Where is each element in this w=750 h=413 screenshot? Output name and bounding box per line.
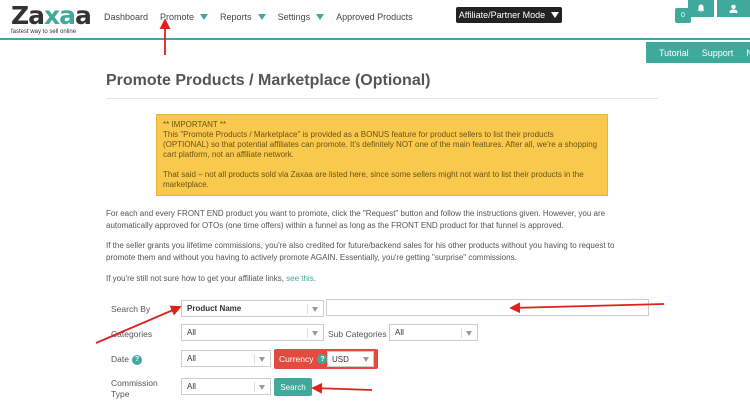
currency-value: USD [332, 354, 349, 364]
sub-categories-label: Sub Categories [328, 329, 387, 339]
help-icon[interactable]: ? [131, 354, 142, 365]
chevron-down-icon [551, 12, 560, 18]
see-this-link[interactable]: see this [286, 274, 314, 283]
info-paragraph-affiliate-links: If you're still not sure how to get your… [106, 273, 646, 285]
chevron-down-icon [200, 14, 209, 20]
important-notice: ** IMPORTANT ** This "Promote Products /… [156, 114, 608, 196]
chevron-down-icon [312, 307, 318, 312]
nav-settings-label: Settings [277, 12, 311, 22]
date-select[interactable]: All [181, 350, 271, 367]
chevron-down-icon [259, 385, 265, 390]
currency-label: Currency [279, 354, 314, 364]
search-by-label: Search By [111, 304, 151, 314]
help-icon[interactable]: ? [317, 354, 328, 364]
date-label-text: Date [111, 354, 129, 364]
search-button[interactable]: Search [274, 378, 312, 396]
notice-note: That said – not all products sold via Za… [163, 170, 584, 189]
currency-select[interactable]: USD [327, 351, 374, 367]
notice-heading: ** IMPORTANT ** [163, 120, 227, 129]
info-paragraph-lifetime: If the seller grants you lifetime commis… [106, 241, 615, 262]
nav-reports[interactable]: Reports [220, 12, 266, 22]
nav-promote-label: Promote [160, 12, 195, 22]
zaxaa-logo[interactable]: Zaxaa fastest way to sell online [11, 1, 92, 37]
categories-label: Categories [111, 329, 153, 339]
nav-approved-products[interactable]: Approved Products [336, 12, 413, 22]
info-paragraph-request: For each and every FRONT END product you… [106, 209, 606, 230]
select-divider [254, 382, 255, 392]
tutorial-link[interactable]: Tutorial [659, 48, 689, 58]
nav-settings[interactable]: Settings [278, 12, 325, 22]
affiliate-links-text: If you're still not sure how to get your… [106, 274, 287, 283]
currency-filter: Currency? USD [274, 349, 378, 369]
logo-brand: Zaxaa [11, 1, 92, 30]
notice-body: This "Promote Products / Marketplace" is… [163, 130, 598, 159]
nav-promote[interactable]: Promote [160, 12, 209, 22]
chevron-down-icon [259, 357, 265, 362]
bell-icon[interactable] [688, 0, 714, 17]
commission-type-value: All [187, 382, 196, 391]
search-input[interactable] [326, 299, 649, 316]
chevron-down-icon [312, 331, 318, 336]
select-divider [461, 328, 462, 338]
select-divider [307, 328, 308, 338]
select-divider [254, 354, 255, 364]
news-link[interactable]: Ne [746, 48, 750, 58]
mode-switch-label: Affiliate/Partner Mode [458, 10, 546, 20]
sub-categories-value: All [395, 328, 404, 337]
logo-tagline: fastest way to sell online [11, 29, 77, 35]
user-menu-icon[interactable] [717, 0, 750, 17]
nav-dashboard[interactable]: Dashboard [104, 12, 148, 22]
date-value: All [187, 354, 196, 363]
commission-type-label: Commission Type [111, 378, 158, 399]
nav-approved-products-label: Approved Products [336, 12, 413, 22]
help-links-bar: Tutorial Support Ne [646, 42, 750, 63]
arrow-to-search-button [311, 382, 373, 394]
main-nav: Dashboard Promote Reports Settings Appro… [104, 12, 425, 22]
page-title: Promote Products / Marketplace (Optional… [106, 72, 431, 89]
search-by-value: Product Name [187, 304, 242, 313]
date-label: Date? [111, 354, 142, 365]
mode-switch-dropdown[interactable]: Affiliate/Partner Mode [456, 7, 562, 23]
chevron-down-icon [316, 14, 325, 20]
support-link[interactable]: Support [702, 48, 734, 58]
chevron-down-icon [257, 14, 266, 20]
categories-value: All [187, 328, 196, 337]
nav-dashboard-label: Dashboard [104, 12, 149, 22]
sub-categories-select[interactable]: All [389, 324, 478, 341]
top-navbar: Zaxaa fastest way to sell online Dashboa… [0, 0, 750, 40]
affiliate-links-suffix: . [313, 274, 316, 283]
nav-reports-label: Reports [220, 12, 252, 22]
chevron-down-icon [466, 331, 472, 336]
select-divider [307, 304, 308, 314]
commission-type-select[interactable]: All [181, 378, 271, 395]
title-divider [106, 98, 658, 99]
categories-select[interactable]: All [181, 324, 324, 341]
search-by-select[interactable]: Product Name [181, 300, 324, 317]
chevron-down-icon [363, 357, 369, 362]
